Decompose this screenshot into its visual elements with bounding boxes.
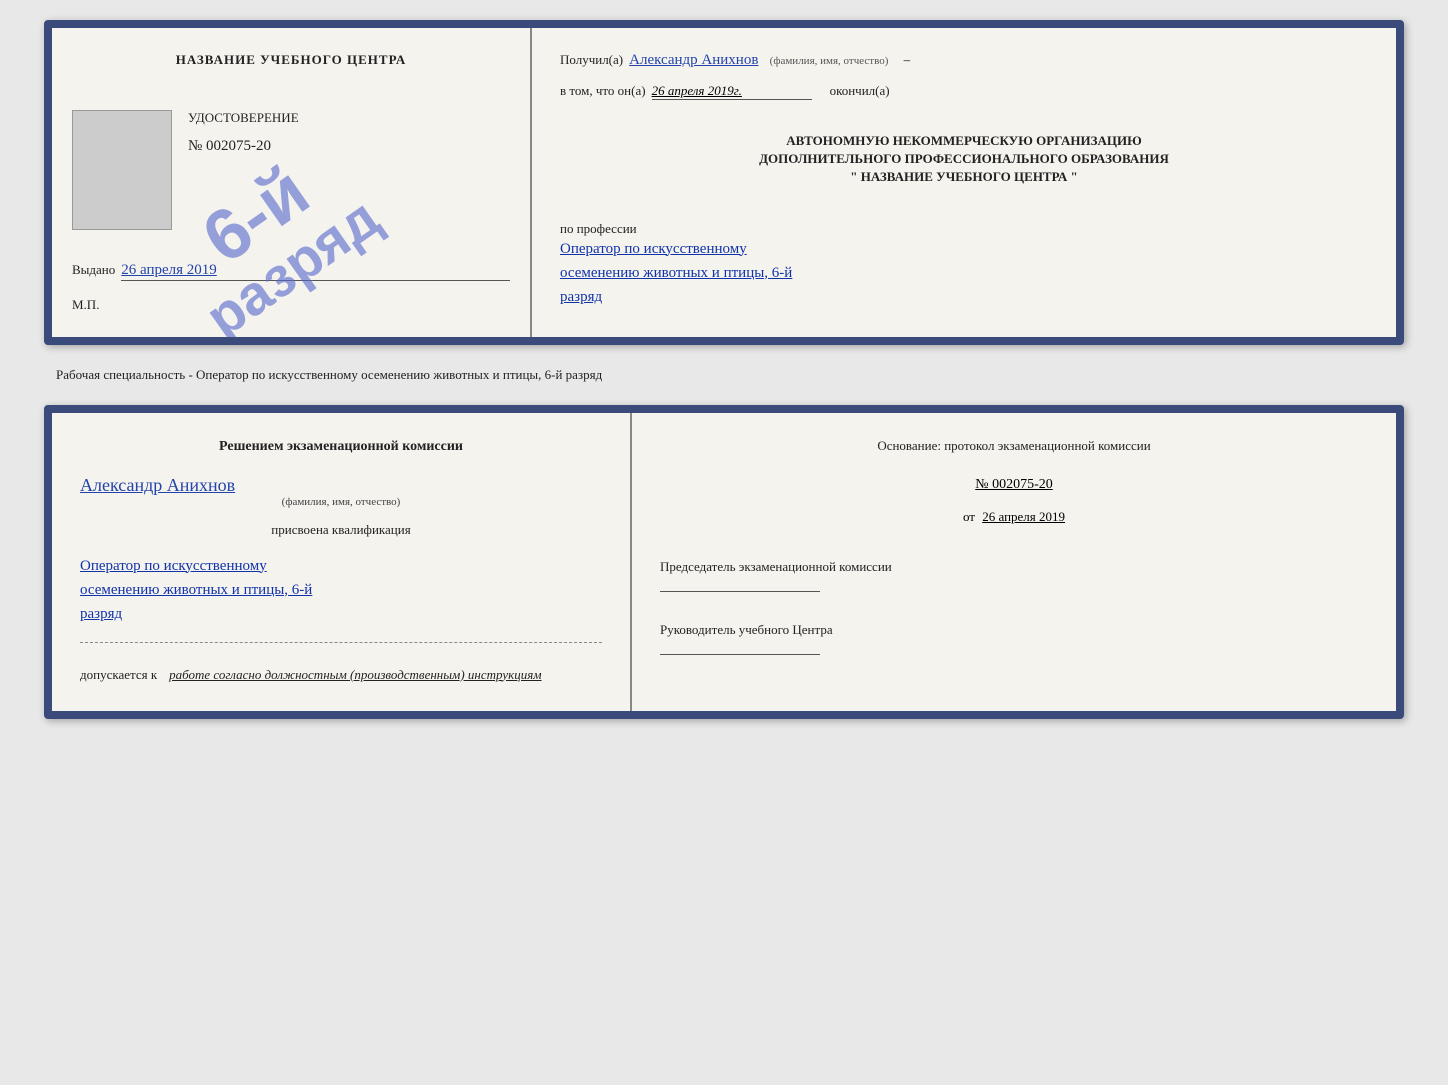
profession-label: по профессии (560, 221, 1368, 237)
received-row: Получил(а) Александр Анихнов (фамилия, и… (560, 52, 1368, 69)
allowed-label: допускается к (80, 667, 157, 683)
allowed-value: работе согласно должностным (производств… (169, 667, 541, 683)
bottom-document-card: Решением экзаменационной комиссии Алекса… (44, 405, 1404, 719)
chairman-signature-line (660, 591, 820, 592)
director-label: Руководитель учебного Центра (660, 622, 1368, 638)
commission-title: Решением экзаменационной комиссии (80, 437, 602, 457)
org-line3: " НАЗВАНИЕ УЧЕБНОГО ЦЕНТРА " (560, 168, 1368, 186)
chairman-block: Председатель экзаменационной комиссии (660, 559, 1368, 596)
bottom-left-panel: Решением экзаменационной комиссии Алекса… (52, 413, 632, 711)
person-name: Александр Анихнов (629, 52, 758, 68)
director-block: Руководитель учебного Центра (660, 622, 1368, 659)
top-document-card: НАЗВАНИЕ УЧЕБНОГО ЦЕНТРА 6-й разряд УДОС… (44, 20, 1404, 345)
qual-line-1: Оператор по искусственному (80, 554, 602, 578)
assigned-label: присвоена квалификация (80, 522, 602, 538)
protocol-number: № 002075-20 (660, 477, 1368, 493)
dash1: – (904, 52, 911, 67)
org-line1: АВТОНОМНУЮ НЕКОММЕРЧЕСКУЮ ОРГАНИЗАЦИЮ (560, 132, 1368, 150)
profession-block: по профессии Оператор по искусственному … (560, 221, 1368, 309)
top-right-panel: Получил(а) Александр Анихнов (фамилия, и… (532, 28, 1396, 337)
allowed-row: допускается к работе согласно должностны… (80, 667, 602, 683)
protocol-date: 26 апреля 2019 (982, 509, 1065, 524)
top-left-panel: НАЗВАНИЕ УЧЕБНОГО ЦЕНТРА 6-й разряд УДОС… (52, 28, 532, 337)
profession-value-1: Оператор по искусственному (560, 237, 1368, 261)
profession-value-2: осеменению животных и птицы, 6-й (560, 261, 1368, 285)
confirm-date: 26 апреля 2019г. (652, 83, 812, 100)
org-block: АВТОНОМНУЮ НЕКОММЕРЧЕСКУЮ ОРГАНИЗАЦИЮ ДО… (560, 132, 1368, 187)
bottom-name-sublabel: (фамилия, имя, отчество) (80, 496, 602, 508)
protocol-date-prefix: от (963, 509, 975, 524)
protocol-date-row: от 26 апреля 2019 (660, 509, 1368, 525)
issued-label: Выдано (72, 262, 115, 278)
org-line2: ДОПОЛНИТЕЛЬНОГО ПРОФЕССИОНАЛЬНОГО ОБРАЗО… (560, 150, 1368, 168)
bottom-person-name: Александр Анихнов (80, 475, 602, 496)
finished-label: окончил(а) (830, 83, 890, 99)
bottom-right-panel: Основание: протокол экзаменационной коми… (632, 413, 1396, 711)
received-label: Получил(а) (560, 52, 623, 68)
confirm-row: в том, что он(а) 26 апреля 2019г. окончи… (560, 83, 1368, 100)
chairman-label: Председатель экзаменационной комиссии (660, 559, 1368, 575)
profession-value-3: разряд (560, 285, 1368, 309)
basis-label: Основание: протокол экзаменационной коми… (660, 437, 1368, 455)
name-sublabel: (фамилия, имя, отчество) (770, 55, 889, 67)
confirm-label: в том, что он(а) (560, 83, 646, 99)
qual-line-2: осеменению животных и птицы, 6-й (80, 578, 602, 602)
separator-1 (80, 642, 602, 643)
qual-line-3: разряд (80, 602, 602, 626)
specialty-label: Рабочая специальность - Оператор по иску… (44, 361, 1404, 389)
director-signature-line (660, 654, 820, 655)
